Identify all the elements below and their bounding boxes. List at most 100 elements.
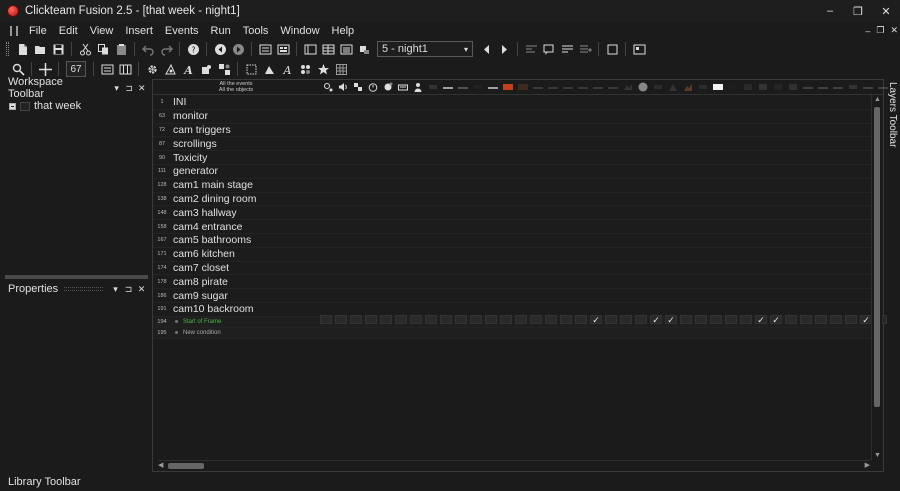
- previous-frame-icon[interactable]: [478, 41, 494, 57]
- menu-window[interactable]: Window: [275, 25, 326, 37]
- object-line-11-icon[interactable]: [818, 82, 828, 92]
- action-cell[interactable]: ✓: [770, 315, 782, 324]
- action-cell[interactable]: [365, 315, 377, 324]
- group-row[interactable]: 167 cam5 bathrooms: [153, 233, 871, 248]
- object-white-icon[interactable]: [713, 82, 723, 92]
- action-cell[interactable]: [485, 315, 497, 324]
- data-elements-icon[interactable]: [338, 41, 354, 57]
- insert-event-icon[interactable]: [577, 41, 593, 57]
- action-cell[interactable]: [395, 315, 407, 324]
- object-dark-6-icon[interactable]: [728, 82, 738, 92]
- object-orange-icon[interactable]: [503, 82, 513, 92]
- group-row[interactable]: 90 Toxicity: [153, 151, 871, 165]
- next-frame-icon[interactable]: [496, 41, 512, 57]
- action-cell[interactable]: [320, 315, 332, 324]
- object-dark-2-icon[interactable]: [473, 82, 483, 92]
- active-object-icon[interactable]: [243, 61, 259, 77]
- action-cell[interactable]: [500, 315, 512, 324]
- redo-icon[interactable]: [158, 41, 174, 57]
- group-row[interactable]: 138 cam2 dining room: [153, 192, 871, 207]
- minimize-button[interactable]: –: [816, 0, 844, 22]
- action-cell[interactable]: [470, 315, 482, 324]
- object-line-8-icon[interactable]: [593, 82, 603, 92]
- grid-icon[interactable]: [333, 61, 349, 77]
- panel-drag-handle[interactable]: [64, 287, 103, 291]
- menu-edit[interactable]: Edit: [54, 25, 85, 37]
- action-cell[interactable]: [560, 315, 572, 324]
- panel-splitter[interactable]: [5, 275, 148, 279]
- vertical-scrollbar[interactable]: ▲ ▼: [871, 95, 882, 460]
- mouse-keyboard-icon[interactable]: [398, 82, 408, 92]
- object-sprite-3-icon[interactable]: [683, 82, 693, 92]
- layers-toolbar[interactable]: Layers Toolbar: [884, 79, 900, 159]
- save-icon[interactable]: [50, 41, 66, 57]
- string-object-icon[interactable]: A: [279, 61, 295, 77]
- group-row[interactable]: 158 cam4 entrance: [153, 220, 871, 234]
- square-outline-icon[interactable]: [604, 41, 620, 57]
- search-icon[interactable]: [10, 61, 26, 77]
- menu-events[interactable]: Events: [160, 25, 206, 37]
- panel-close-icon[interactable]: ✕: [135, 284, 148, 295]
- properties-window-icon[interactable]: [631, 41, 647, 57]
- object-dark-11-icon[interactable]: [848, 82, 858, 92]
- layout-icon[interactable]: [99, 61, 115, 77]
- object-dark-3-icon[interactable]: [518, 82, 528, 92]
- action-cell[interactable]: ✓: [665, 315, 677, 324]
- action-cell[interactable]: [455, 315, 467, 324]
- back-icon[interactable]: [212, 41, 228, 57]
- panel-dropdown-icon[interactable]: ▾: [110, 83, 123, 94]
- align-left-icon[interactable]: [523, 41, 539, 57]
- action-cell[interactable]: [335, 315, 347, 324]
- zoom-value[interactable]: 67: [66, 61, 86, 77]
- restore-button[interactable]: ❐: [844, 0, 872, 22]
- columns-icon[interactable]: [117, 61, 133, 77]
- toolbar-grip[interactable]: [6, 42, 9, 56]
- timer-icon[interactable]: [368, 82, 378, 92]
- forward-icon[interactable]: [230, 41, 246, 57]
- action-cell[interactable]: [680, 315, 692, 324]
- create-objects-icon[interactable]: [383, 82, 393, 92]
- horizontal-scrollbar[interactable]: ◀ ▶: [158, 460, 870, 470]
- scroll-left-icon[interactable]: ◀: [158, 461, 163, 469]
- vertical-scroll-thumb[interactable]: [874, 107, 880, 407]
- run-frame-icon[interactable]: [356, 41, 372, 57]
- event-list-icon[interactable]: [320, 41, 336, 57]
- storyboard-icon[interactable]: [257, 41, 273, 57]
- action-cell[interactable]: [380, 315, 392, 324]
- group-row[interactable]: 174 cam7 closet: [153, 261, 871, 276]
- action-cell[interactable]: [515, 315, 527, 324]
- scroll-up-icon[interactable]: ▲: [873, 96, 882, 103]
- object-line-2-icon[interactable]: [458, 82, 468, 92]
- library-toolbar[interactable]: Library Toolbar: [8, 476, 81, 488]
- group-row[interactable]: 178 cam8 pirate: [153, 275, 871, 290]
- multi-object-icon[interactable]: [216, 61, 232, 77]
- crosshair-icon[interactable]: [37, 61, 53, 77]
- menu-run[interactable]: Run: [206, 25, 238, 37]
- action-cell[interactable]: [830, 315, 842, 324]
- group-row[interactable]: 148 cam3 hallway: [153, 206, 871, 221]
- action-cell[interactable]: [530, 315, 542, 324]
- object-line-3-icon[interactable]: [488, 82, 498, 92]
- action-cell[interactable]: [725, 315, 737, 324]
- pin-icon[interactable]: ⊐: [123, 83, 136, 94]
- scroll-down-icon[interactable]: ▼: [873, 452, 882, 459]
- menu-view[interactable]: View: [85, 25, 121, 37]
- object-dark-5-icon[interactable]: [698, 82, 708, 92]
- condition-label[interactable]: Start of Frame: [183, 319, 221, 325]
- object-circle-icon[interactable]: [638, 82, 648, 92]
- paste-icon[interactable]: [113, 41, 129, 57]
- group-row[interactable]: 63 monitor: [153, 109, 871, 124]
- backdrop-icon[interactable]: [261, 61, 277, 77]
- frame-select[interactable]: 5 - night1 ▾: [377, 41, 473, 57]
- object-line-9-icon[interactable]: [608, 82, 618, 92]
- action-cell[interactable]: [545, 315, 557, 324]
- group-events-icon[interactable]: [559, 41, 575, 57]
- object-dark-7-icon[interactable]: [743, 82, 753, 92]
- pin-icon[interactable]: ⊐: [122, 284, 135, 295]
- event-editor-icon[interactable]: [302, 41, 318, 57]
- object-sprite-2-icon[interactable]: [668, 82, 678, 92]
- group-row[interactable]: 128 cam1 main stage: [153, 178, 871, 193]
- close-button[interactable]: ✕: [872, 0, 900, 22]
- group-row[interactable]: 186 cam9 sugar: [153, 289, 871, 303]
- mdi-restore-button[interactable]: ❐: [876, 25, 884, 36]
